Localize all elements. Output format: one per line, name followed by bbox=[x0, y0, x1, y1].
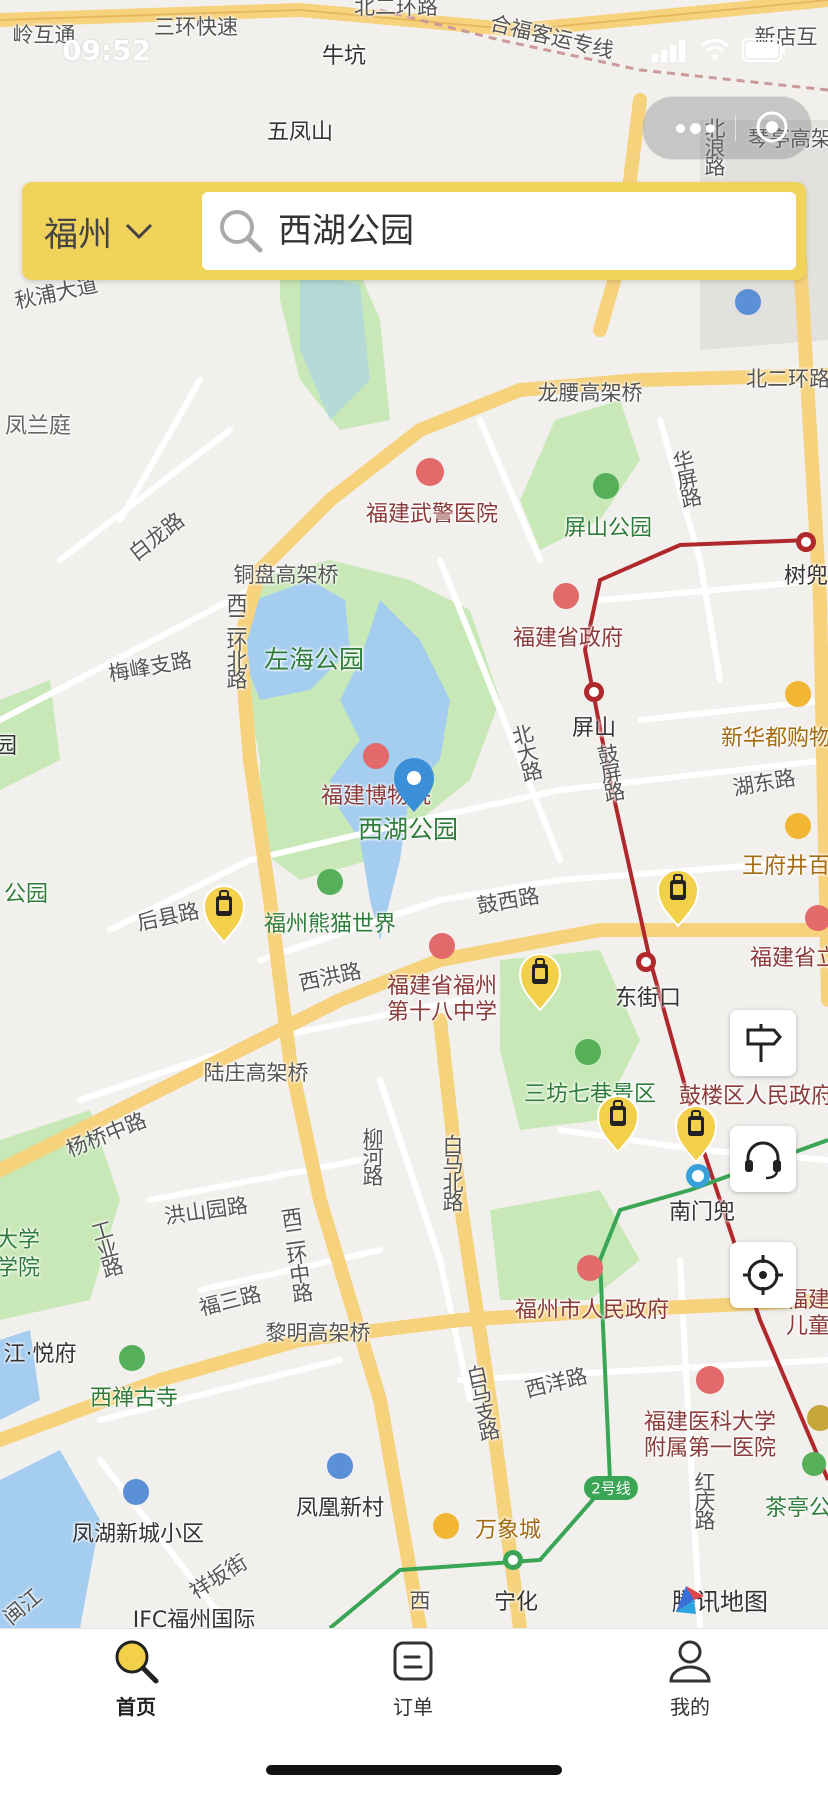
map-label: 五凤山 bbox=[266, 120, 334, 145]
search-icon bbox=[115, 1640, 159, 1684]
map-label: 福州熊猫世界 bbox=[263, 912, 397, 937]
map-label: 龙腰高架桥 bbox=[537, 381, 643, 405]
map-label: 白马北路 bbox=[440, 1134, 464, 1210]
capsule-menu bbox=[642, 96, 812, 160]
map-label: 西湖公园 bbox=[357, 815, 459, 844]
signal-icon bbox=[652, 40, 685, 62]
locate-me-button[interactable] bbox=[730, 1242, 796, 1308]
map-label: 宁化 bbox=[493, 1590, 539, 1615]
status-time: 09:52 bbox=[62, 34, 152, 67]
map-label: 公园 bbox=[3, 882, 49, 907]
map-label: 福建省立 bbox=[749, 946, 828, 971]
tab-label: 订单 bbox=[393, 1695, 433, 1719]
battery-icon bbox=[742, 38, 785, 62]
map-label: 铜盘高架桥 bbox=[233, 563, 339, 587]
luggage-marker[interactable] bbox=[202, 884, 246, 944]
map-label: 红庆路 bbox=[692, 1471, 716, 1529]
map-label: 福州市人民政府 bbox=[514, 1298, 670, 1323]
map-label: 陆庄高架桥 bbox=[203, 1061, 309, 1085]
customer-service-button[interactable] bbox=[730, 1126, 796, 1192]
home-indicator bbox=[266, 1765, 562, 1775]
luggage-marker[interactable] bbox=[518, 952, 562, 1012]
city-selector-button[interactable]: 福州 bbox=[44, 182, 154, 280]
tab-label: 我的 bbox=[670, 1695, 710, 1719]
map-watermark: 腾讯地图 bbox=[672, 1582, 768, 1617]
map-label: 西二环北路 bbox=[224, 592, 248, 688]
target-icon[interactable] bbox=[755, 110, 789, 144]
map-label: IFC福州国际 bbox=[132, 1608, 256, 1628]
status-bar: 09:52 bbox=[0, 0, 828, 94]
map-label: 黎明高架桥 bbox=[265, 1321, 371, 1345]
search-icon bbox=[220, 210, 263, 253]
chevron-down-icon bbox=[125, 223, 153, 240]
map-label: 树兜 bbox=[783, 564, 828, 589]
map-label: 附属第一医院 bbox=[643, 1436, 777, 1461]
luggage-marker[interactable] bbox=[656, 868, 700, 928]
map-label: 万象城 bbox=[474, 1518, 542, 1543]
route-signpost-button[interactable] bbox=[730, 1010, 796, 1076]
map-label: 茶亭公 bbox=[764, 1496, 828, 1521]
map-label: 凤兰庭 bbox=[4, 414, 72, 439]
wifi-icon bbox=[700, 39, 730, 60]
signpost-icon bbox=[746, 1024, 782, 1062]
map-label: 西禅古寺 bbox=[89, 1386, 179, 1411]
tab-label: 首页 bbox=[116, 1695, 156, 1719]
search-input[interactable]: 西湖公园 bbox=[202, 192, 796, 270]
user-icon bbox=[669, 1640, 711, 1683]
order-icon bbox=[393, 1641, 433, 1681]
map-label: 东街口 bbox=[614, 986, 682, 1011]
map-label: 凤凰新村 bbox=[295, 1496, 385, 1521]
map-label: 凤湖新城小区 bbox=[71, 1522, 205, 1547]
locate-icon bbox=[743, 1255, 783, 1295]
tab-profile[interactable]: 我的 bbox=[630, 1637, 750, 1727]
map-label: 王府井百 bbox=[741, 854, 828, 879]
search-bar: 福州 西湖公园 bbox=[22, 182, 806, 280]
map-label: 园 bbox=[0, 734, 18, 759]
map-label: 左海公园 bbox=[263, 645, 365, 674]
map-label: 2号线 bbox=[591, 1479, 631, 1498]
map-label: 第十八中学 bbox=[386, 1000, 498, 1025]
more-dots-icon[interactable] bbox=[665, 97, 725, 159]
map-label: 学院 bbox=[0, 1256, 41, 1281]
luggage-marker[interactable] bbox=[674, 1104, 718, 1164]
map-label: 儿童 bbox=[785, 1314, 828, 1339]
capsule-divider bbox=[735, 115, 736, 141]
tab-home[interactable]: 首页 bbox=[76, 1637, 196, 1727]
map-label: 西 bbox=[409, 1589, 431, 1613]
search-query-text: 西湖公园 bbox=[278, 211, 414, 251]
location-pin-icon bbox=[394, 758, 434, 812]
map-label: 新华都购物 bbox=[720, 726, 828, 751]
city-label: 福州 bbox=[44, 214, 112, 255]
map-label: 南门兜 bbox=[668, 1200, 736, 1225]
tencent-map-logo-icon bbox=[676, 1586, 704, 1614]
luggage-marker[interactable] bbox=[596, 1094, 640, 1154]
tab-orders[interactable]: 订单 bbox=[353, 1637, 473, 1727]
map-label: 福建省政府 bbox=[512, 626, 624, 651]
map-label: 福建武警医院 bbox=[365, 502, 499, 527]
map-label: 江·悦府 bbox=[3, 1342, 77, 1367]
map-label: 柳河路 bbox=[360, 1127, 384, 1185]
map-label: 屏山公园 bbox=[563, 516, 653, 541]
map-label: 屏山 bbox=[571, 716, 617, 741]
map-label: 北二环路 bbox=[746, 367, 828, 391]
headset-icon bbox=[745, 1141, 781, 1180]
